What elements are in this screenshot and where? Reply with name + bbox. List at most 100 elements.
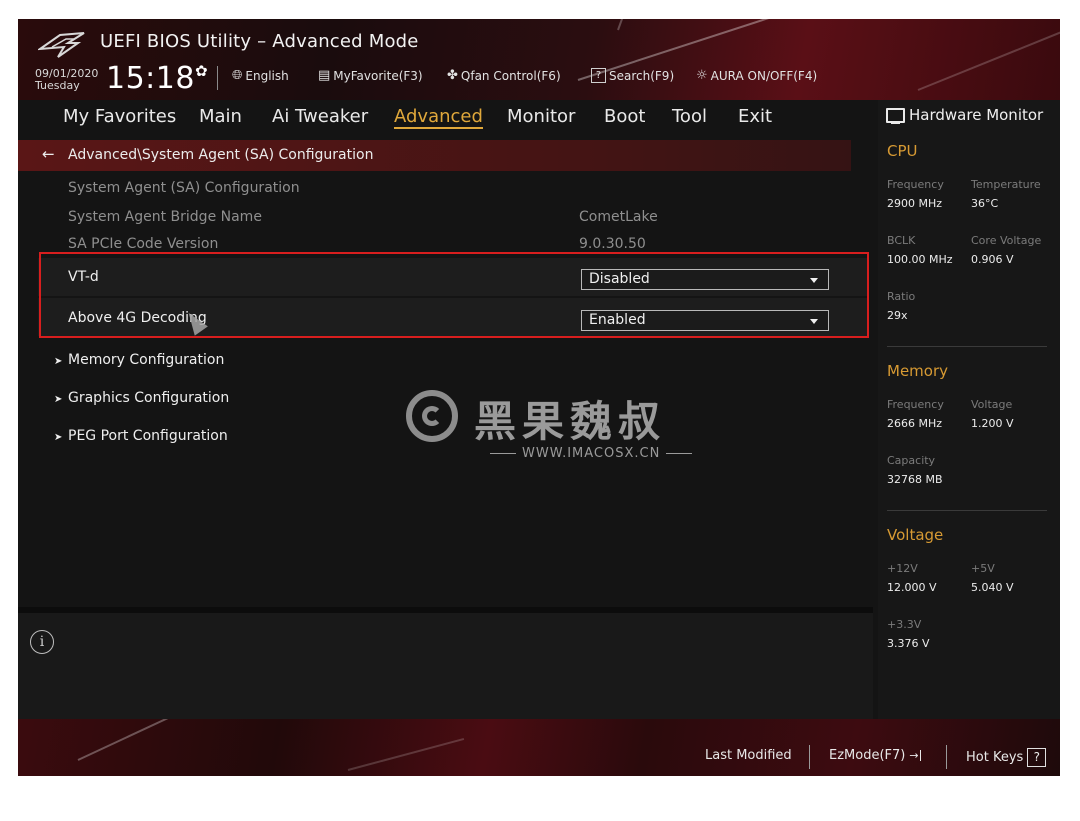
tab-boot[interactable]: Boot — [604, 106, 645, 127]
memory-voltage-label: Voltage — [971, 398, 1013, 411]
header: UEFI BIOS Utility – Advanced Mode 09/01/… — [18, 19, 1060, 100]
v12-value: 12.000 V — [887, 581, 937, 594]
divider — [809, 745, 810, 769]
weekday-text: Tuesday — [35, 79, 80, 92]
capacity-value: 32768 MB — [887, 473, 943, 486]
submenu-label: Memory Configuration — [68, 352, 225, 368]
aura-button[interactable]: ☼ AURA ON/OFF(F4) — [696, 68, 817, 83]
cpu-frequency-label: Frequency — [887, 178, 944, 191]
tab-tool[interactable]: Tool — [672, 106, 707, 127]
chevron-right-icon: ➤ — [54, 394, 63, 405]
watermark-url: WWW.IMACOSX.CN — [484, 446, 698, 461]
cpu-temperature-value: 36°C — [971, 197, 999, 210]
voltage-section-title: Voltage — [887, 526, 944, 544]
aura-light-icon: ☼ — [696, 68, 708, 83]
v5-label: +5V — [971, 562, 995, 575]
breadcrumb[interactable]: ← Advanced\System Agent (SA) Configurati… — [18, 140, 851, 171]
cpu-temperature-label: Temperature — [971, 178, 1041, 191]
fan-icon: ✤ — [447, 68, 458, 83]
capacity-label: Capacity — [887, 454, 936, 467]
last-modified-button[interactable]: Last Modified — [705, 748, 792, 763]
watermark: 黑果魏叔 WWW.IMACOSX.CN — [406, 386, 726, 476]
hardware-monitor-label: Hardware Monitor — [909, 106, 1044, 124]
submenu-memory-configuration[interactable]: ➤ Memory Configuration — [54, 352, 224, 368]
rog-logo-icon — [38, 32, 85, 58]
cpu-section-title: CPU — [887, 142, 918, 160]
language-label: English — [245, 68, 289, 83]
ratio-value: 29x — [887, 309, 908, 322]
tab-my-favorites[interactable]: My Favorites — [63, 106, 176, 127]
decor-streak — [917, 29, 1060, 91]
myfavorite-label: MyFavorite(F3) — [333, 68, 423, 83]
highlight-box — [39, 252, 869, 338]
help-icon: ? — [1027, 748, 1047, 767]
tab-ai-tweaker[interactable]: Ai Tweaker — [272, 106, 368, 127]
bridge-name-value: CometLake — [579, 209, 658, 225]
bios-window: UEFI BIOS Utility – Advanced Mode 09/01/… — [18, 19, 1060, 776]
hardware-monitor-title: Hardware Monitor — [886, 106, 1043, 124]
core-voltage-value: 0.906 V — [971, 253, 1014, 266]
submenu-graphics-configuration[interactable]: ➤ Graphics Configuration — [54, 390, 229, 406]
pcie-version-value: 9.0.30.50 — [579, 236, 646, 252]
tab-main[interactable]: Main — [199, 106, 242, 127]
breadcrumb-path: Advanced\System Agent (SA) Configuration — [68, 147, 374, 163]
decor-streak — [77, 719, 206, 761]
decor-streak — [617, 19, 650, 31]
chevron-right-icon: ➤ — [54, 432, 63, 443]
v33-value: 3.376 V — [887, 637, 930, 650]
chevron-right-icon: ➤ — [54, 356, 63, 367]
ezmode-button[interactable]: EzMode(F7) → — [829, 748, 922, 763]
back-arrow-icon[interactable]: ← — [42, 145, 55, 163]
cpu-frequency-value: 2900 MHz — [887, 197, 943, 210]
tab-monitor[interactable]: Monitor — [507, 106, 575, 127]
memory-section-title: Memory — [887, 362, 949, 380]
memory-frequency-label: Frequency — [887, 398, 944, 411]
memory-frequency-value: 2666 MHz — [887, 417, 943, 430]
hot-keys-button[interactable]: Hot Keys ? — [966, 748, 1047, 767]
globe-icon: 🌐︎ — [232, 68, 243, 83]
qfan-control-button[interactable]: ✤ Qfan Control(F6) — [447, 68, 561, 83]
clock: 15:18 — [106, 61, 195, 96]
decor-streak — [347, 737, 465, 771]
bclk-label: BCLK — [887, 234, 916, 247]
pcie-version-label: SA PCIe Code Version — [68, 236, 219, 252]
search-help-icon: ? — [591, 68, 606, 83]
bridge-name-label: System Agent Bridge Name — [68, 209, 262, 225]
footer: Last Modified EzMode(F7) → Hot Keys ? — [18, 719, 1060, 776]
bclk-value: 100.00 MHz — [887, 253, 953, 266]
exit-mode-icon: → — [909, 750, 922, 761]
language-button[interactable]: 🌐︎ English — [232, 68, 289, 83]
aura-label: AURA ON/OFF(F4) — [710, 68, 818, 83]
section-heading: System Agent (SA) Configuration — [68, 180, 300, 196]
main-tabs: My Favorites Main Ai Tweaker Advanced Mo… — [18, 100, 876, 134]
monitor-icon — [886, 107, 905, 124]
window-title: UEFI BIOS Utility – Advanced Mode — [100, 31, 419, 52]
core-voltage-label: Core Voltage — [971, 234, 1042, 247]
hot-keys-label: Hot Keys — [966, 750, 1024, 765]
ratio-label: Ratio — [887, 290, 916, 303]
info-icon: i — [30, 630, 54, 654]
divider — [887, 510, 1047, 511]
v33-label: +3.3V — [887, 618, 922, 631]
submenu-label: PEG Port Configuration — [68, 428, 228, 444]
submenu-peg-port-configuration[interactable]: ➤ PEG Port Configuration — [54, 428, 228, 444]
watermark-text: 黑果魏叔 — [474, 397, 667, 446]
divider — [887, 346, 1047, 347]
search-label: Search(F9) — [609, 68, 675, 83]
list-icon: ▤ — [318, 68, 331, 83]
ezmode-label: EzMode(F7) — [829, 748, 906, 763]
search-button[interactable]: ? Search(F9) — [591, 68, 674, 83]
divider — [946, 745, 947, 769]
hardware-monitor-panel: Hardware Monitor CPU Frequency Temperatu… — [878, 100, 1060, 720]
memory-voltage-value: 1.200 V — [971, 417, 1014, 430]
v12-label: +12V — [887, 562, 918, 575]
gear-icon[interactable]: ✿ — [195, 62, 208, 80]
v5-value: 5.040 V — [971, 581, 1014, 594]
myfavorite-button[interactable]: ▤ MyFavorite(F3) — [318, 68, 423, 83]
date-display: 09/01/2020 Tuesday — [35, 68, 98, 92]
watermark-logo-inner — [422, 406, 442, 426]
tab-exit[interactable]: Exit — [738, 106, 772, 127]
tab-advanced[interactable]: Advanced — [394, 106, 483, 129]
submenu-label: Graphics Configuration — [68, 390, 230, 406]
info-panel: i — [18, 613, 873, 719]
